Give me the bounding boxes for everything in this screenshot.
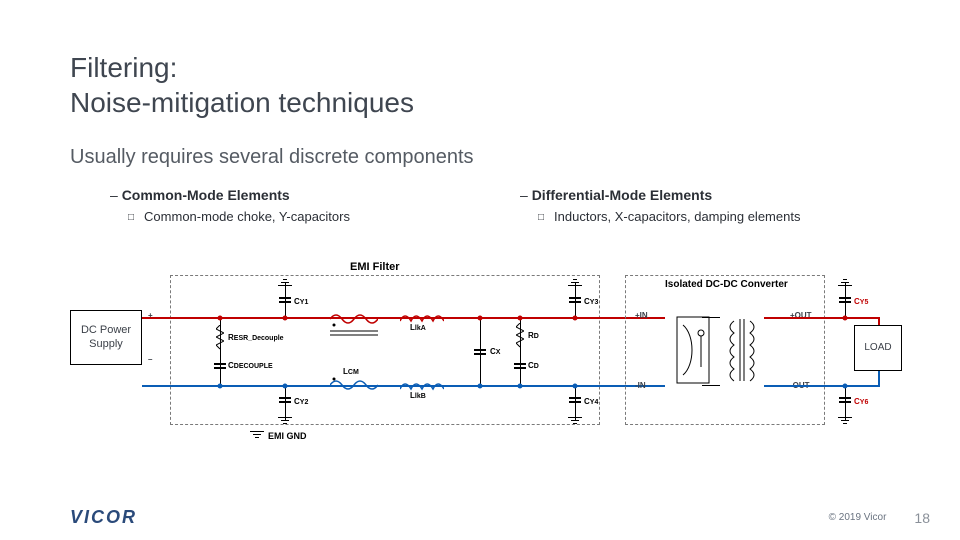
column-diff-mode: Differential-Mode Elements Inductors, X-… bbox=[520, 187, 890, 224]
wire-conv-bot bbox=[702, 385, 720, 386]
wire-load-hb bbox=[845, 385, 880, 387]
copyright-text: © 2019 Vicor bbox=[829, 512, 887, 523]
resistor-resb-icon bbox=[216, 325, 224, 351]
label-cd: CD bbox=[528, 361, 539, 370]
col-item-dm: Inductors, X-capacitors, damping element… bbox=[538, 209, 890, 224]
wire-load-ht bbox=[845, 317, 880, 319]
dc-power-supply-label: DC Power Supply bbox=[71, 324, 141, 350]
wire-out-neg bbox=[764, 385, 854, 387]
label-cdec: CDECOUPLE bbox=[228, 361, 273, 370]
cap-cy3-icon bbox=[569, 293, 581, 307]
choke-lcm-icon bbox=[330, 313, 378, 391]
wire-conv-top bbox=[702, 317, 720, 318]
load-label: LOAD bbox=[864, 342, 891, 354]
cap-cy6-icon bbox=[839, 393, 851, 407]
resistor-rd-icon bbox=[516, 323, 524, 349]
transformer-icon bbox=[720, 315, 764, 385]
cap-cy1-icon bbox=[279, 293, 291, 307]
minus-label: – bbox=[148, 355, 152, 364]
node-cy4 bbox=[573, 384, 578, 389]
node-cy2 bbox=[283, 384, 288, 389]
pin-pin: +IN bbox=[635, 311, 648, 320]
node-cy1 bbox=[283, 316, 288, 321]
label-lcm: LCM bbox=[343, 367, 359, 376]
label-cy6: CY6 bbox=[854, 397, 868, 406]
pin-nin: -IN bbox=[635, 381, 646, 390]
gnd-cy3-icon bbox=[568, 276, 582, 286]
label-cx: CX bbox=[490, 347, 500, 356]
label-cy4: CY4 bbox=[584, 397, 598, 406]
node-rd-bot bbox=[518, 384, 523, 389]
cap-cd-icon bbox=[514, 359, 526, 373]
cap-cy4-icon bbox=[569, 393, 581, 407]
page-number: 18 bbox=[914, 510, 930, 526]
dc-power-supply-box: DC Power Supply bbox=[70, 310, 142, 365]
iso-conv-label: Isolated DC-DC Converter bbox=[665, 279, 788, 290]
emi-filter-region bbox=[170, 275, 600, 425]
cap-cy2-icon bbox=[279, 393, 291, 407]
wire-load-bot bbox=[878, 371, 880, 386]
load-box: LOAD bbox=[854, 325, 902, 371]
label-cy3: CY3 bbox=[584, 297, 598, 306]
slide-title: Filtering: Noise-mitigation techniques bbox=[70, 50, 890, 120]
emi-filter-label: EMI Filter bbox=[350, 261, 400, 273]
title-line1: Filtering: bbox=[70, 52, 177, 83]
node-dec-bot bbox=[218, 384, 223, 389]
slide-subtitle: Usually requires several discrete compon… bbox=[70, 146, 890, 169]
ind-llka-icon bbox=[400, 311, 444, 323]
col-item-cm: Common-mode choke, Y-capacitors bbox=[128, 209, 480, 224]
col-head-cm: Common-Mode Elements bbox=[110, 187, 480, 203]
gnd-cy2-icon bbox=[278, 417, 292, 427]
emi-filter-diagram: DC Power Supply + – EMI Filter CY1 CY2 R… bbox=[70, 275, 890, 455]
cap-cdec-icon bbox=[214, 359, 226, 373]
node-rd-top bbox=[518, 316, 523, 321]
node-cx-bot bbox=[478, 384, 483, 389]
switch-icon bbox=[675, 315, 711, 385]
node-cx-top bbox=[478, 316, 483, 321]
gnd-cy1-icon bbox=[278, 276, 292, 286]
label-rd: RD bbox=[528, 331, 539, 340]
label-resb: RESR_Decouple bbox=[228, 333, 284, 342]
emi-gnd-label: EMI GND bbox=[268, 431, 307, 441]
label-llka: LlkA bbox=[410, 323, 426, 332]
slide-footer: VICOR © 2019 Vicor 18 bbox=[70, 507, 930, 528]
bullet-columns: Common-Mode Elements Common-mode choke, … bbox=[110, 187, 890, 224]
cap-cy5-icon bbox=[839, 293, 851, 307]
gnd-cy6-icon bbox=[838, 417, 852, 427]
col-head-dm: Differential-Mode Elements bbox=[520, 187, 890, 203]
gnd-emi-icon bbox=[250, 431, 264, 441]
title-line2: Noise-mitigation techniques bbox=[70, 87, 414, 118]
label-llkb: LlkB bbox=[410, 391, 426, 400]
column-common-mode: Common-Mode Elements Common-mode choke, … bbox=[110, 187, 480, 224]
wire-out-pos bbox=[764, 317, 854, 319]
node-cy3 bbox=[573, 316, 578, 321]
vicor-logo: VICOR bbox=[70, 507, 137, 528]
gnd-cy5-icon bbox=[838, 276, 852, 286]
label-cy2: CY2 bbox=[294, 397, 308, 406]
cap-cx-icon bbox=[474, 345, 486, 359]
ind-llkb-icon bbox=[400, 379, 444, 391]
node-dec-top bbox=[218, 316, 223, 321]
label-cy5: CY5 bbox=[854, 297, 868, 306]
label-cy1: CY1 bbox=[294, 297, 308, 306]
gnd-cy4-icon bbox=[568, 417, 582, 427]
